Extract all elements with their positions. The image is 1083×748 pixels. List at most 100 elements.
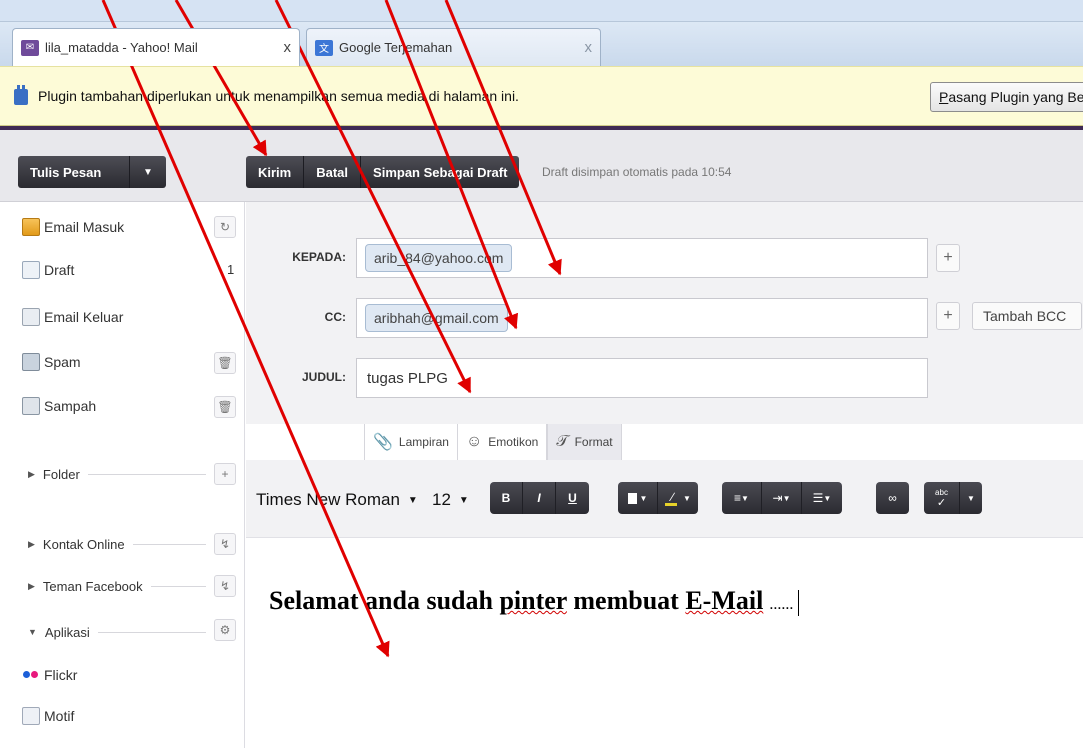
font-family-select[interactable]: Times New Roman ▼: [256, 486, 418, 514]
recipient-chip[interactable]: arib_84@yahoo.com: [365, 244, 513, 272]
tab-format[interactable]: 𝒯 Format: [547, 424, 622, 460]
highlight-color-button[interactable]: ∕ ▼: [658, 482, 698, 514]
message-body-text: Selamat anda sudah pinter membuat E-Mail…: [269, 586, 799, 617]
plugin-icon: [14, 85, 28, 105]
tab-attachment[interactable]: 📎 Lampiran: [364, 424, 458, 460]
tab-title: lila_matadda - Yahoo! Mail: [45, 40, 198, 55]
tab-yahoo-mail[interactable]: ✉ lila_matadda - Yahoo! Mail x: [12, 28, 300, 66]
color-group: ▼ ∕ ▼: [618, 482, 698, 514]
chevron-down-icon: ▼: [823, 493, 832, 503]
sidebar-item-motif[interactable]: Motif: [22, 704, 74, 728]
save-draft-button[interactable]: Simpan Sebagai Draft: [361, 156, 520, 188]
misspelled-word: E-Mail: [685, 586, 764, 615]
chevron-down-icon: ▼: [407, 494, 418, 506]
spam-icon: [22, 353, 40, 371]
chevron-down-icon: ▼: [458, 494, 469, 506]
sidebar-item-inbox[interactable]: Email Masuk: [22, 215, 124, 239]
online-status-icon[interactable]: ↯: [214, 533, 236, 555]
spellcheck-button[interactable]: abc ✓: [924, 482, 960, 514]
to-field[interactable]: arib_84@yahoo.com: [356, 238, 928, 278]
plugin-message: Plugin tambahan diperlukan untuk menampi…: [38, 88, 519, 104]
tab-emoticon[interactable]: ☺ Emotikon: [458, 424, 548, 460]
autosave-status: Draft disimpan otomatis pada 10:54: [542, 165, 732, 179]
close-icon[interactable]: x: [284, 39, 292, 56]
bullet-list-icon: ☰: [812, 491, 824, 505]
inbox-icon: [22, 218, 40, 236]
section-folder[interactable]: ▶ Folder: [28, 464, 206, 484]
close-icon[interactable]: x: [585, 39, 593, 56]
font-size-select[interactable]: 12 ▼: [432, 486, 469, 514]
spellcheck-dropdown[interactable]: ▼: [960, 482, 982, 514]
gear-icon[interactable]: ⚙: [214, 619, 236, 641]
color-swatch-icon: [627, 492, 637, 504]
attachment-tabs: 📎 Lampiran ☺ Emotikon 𝒯 Format: [364, 424, 622, 460]
translate-favicon-icon: 文: [315, 39, 333, 56]
sidebar-item-label: Email Keluar: [44, 309, 124, 325]
sidebar-item-trash[interactable]: Sampah: [22, 394, 96, 418]
font-size-value: 12: [432, 490, 451, 509]
sent-icon: [22, 308, 40, 326]
cancel-button[interactable]: Batal: [304, 156, 362, 188]
section-label: Teman Facebook: [42, 578, 143, 594]
indent-icon: ⇥: [772, 491, 783, 505]
sidebar-item-flickr[interactable]: Flickr: [22, 663, 77, 687]
subject-field[interactable]: tugas PLPG: [356, 358, 928, 398]
body-text-dots: ......: [769, 598, 794, 612]
compose-dropdown-icon[interactable]: ▼: [130, 156, 166, 188]
cc-chip[interactable]: aribhah@gmail.com: [365, 304, 508, 332]
empty-trash-icon[interactable]: 🗑: [214, 396, 236, 418]
browser-tab-bar: ✉ lila_matadda - Yahoo! Mail x 文 Google …: [0, 22, 1083, 66]
highlighter-icon: ∕: [665, 491, 680, 506]
section-facebook-friends[interactable]: ▶ Teman Facebook: [28, 576, 206, 596]
compose-panel: KEPADA: arib_84@yahoo.com + CC: aribhah@…: [246, 202, 1083, 748]
trash-icon: [22, 397, 40, 415]
sidebar-item-draft[interactable]: Draft: [22, 258, 74, 282]
insert-link-button[interactable]: ∞: [876, 482, 909, 514]
spellcheck-group: abc ✓ ▼: [924, 482, 982, 514]
bold-button[interactable]: B: [490, 482, 523, 514]
draft-icon: [22, 261, 40, 279]
sidebar-item-label: Flickr: [44, 667, 78, 683]
section-online-contacts[interactable]: ▶ Kontak Online: [28, 534, 206, 554]
add-recipient-icon[interactable]: +: [936, 244, 960, 272]
section-label: Folder: [42, 466, 80, 482]
sidebar-item-sent[interactable]: Email Keluar: [22, 305, 123, 329]
section-divider: [97, 631, 206, 633]
text-caret: [797, 590, 799, 617]
sidebar-item-label: Draft: [44, 262, 75, 278]
indent-button[interactable]: ⇥ ▼: [762, 482, 802, 514]
compose-button-group: Tulis Pesan ▼: [18, 156, 166, 188]
compose-button[interactable]: Tulis Pesan: [18, 156, 130, 188]
tab-google-translate[interactable]: 文 Google Terjemahan x: [306, 28, 601, 66]
empty-spam-icon[interactable]: 🗑: [214, 352, 236, 374]
chevron-down-icon: ▼: [639, 493, 648, 503]
chevron-down-icon: ▼: [741, 493, 749, 503]
refresh-icon[interactable]: ↻: [214, 216, 236, 238]
sidebar-item-spam[interactable]: Spam: [22, 350, 81, 374]
format-icon: 𝒯: [556, 433, 569, 450]
italic-button[interactable]: I: [523, 482, 556, 514]
add-bcc-button[interactable]: Tambah BCC: [972, 302, 1082, 330]
expand-arrow-icon: ▶: [28, 538, 35, 549]
underline-button[interactable]: U: [556, 482, 589, 514]
sidebar-item-label: Spam: [44, 354, 81, 370]
install-plugin-button[interactable]: Pasang Plugin yang Be: [930, 82, 1083, 112]
link-icon: ∞: [888, 491, 897, 505]
add-folder-icon[interactable]: +: [214, 463, 236, 485]
facebook-status-icon[interactable]: ↯: [214, 575, 236, 597]
paperclip-icon: 📎: [373, 434, 393, 451]
send-button[interactable]: Kirim: [246, 156, 305, 188]
align-button[interactable]: ≡ ▼: [722, 482, 762, 514]
section-applications[interactable]: ▼ Aplikasi: [28, 622, 206, 642]
motif-icon: [22, 707, 40, 725]
tab-label: Format: [574, 435, 613, 449]
plugin-notification-bar: Plugin tambahan diperlukan untuk menampi…: [0, 66, 1083, 126]
sidebar-item-label: Sampah: [44, 398, 97, 414]
message-body-editor[interactable]: Selamat anda sudah pinter membuat E-Mail…: [246, 538, 1083, 748]
text-color-button[interactable]: ▼: [618, 482, 658, 514]
collapse-arrow-icon: ▼: [28, 627, 37, 637]
add-cc-icon[interactable]: +: [936, 302, 960, 330]
cc-field[interactable]: aribhah@gmail.com: [356, 298, 928, 338]
list-button[interactable]: ☰ ▼: [802, 482, 842, 514]
sidebar-item-label: Email Masuk: [44, 219, 125, 235]
